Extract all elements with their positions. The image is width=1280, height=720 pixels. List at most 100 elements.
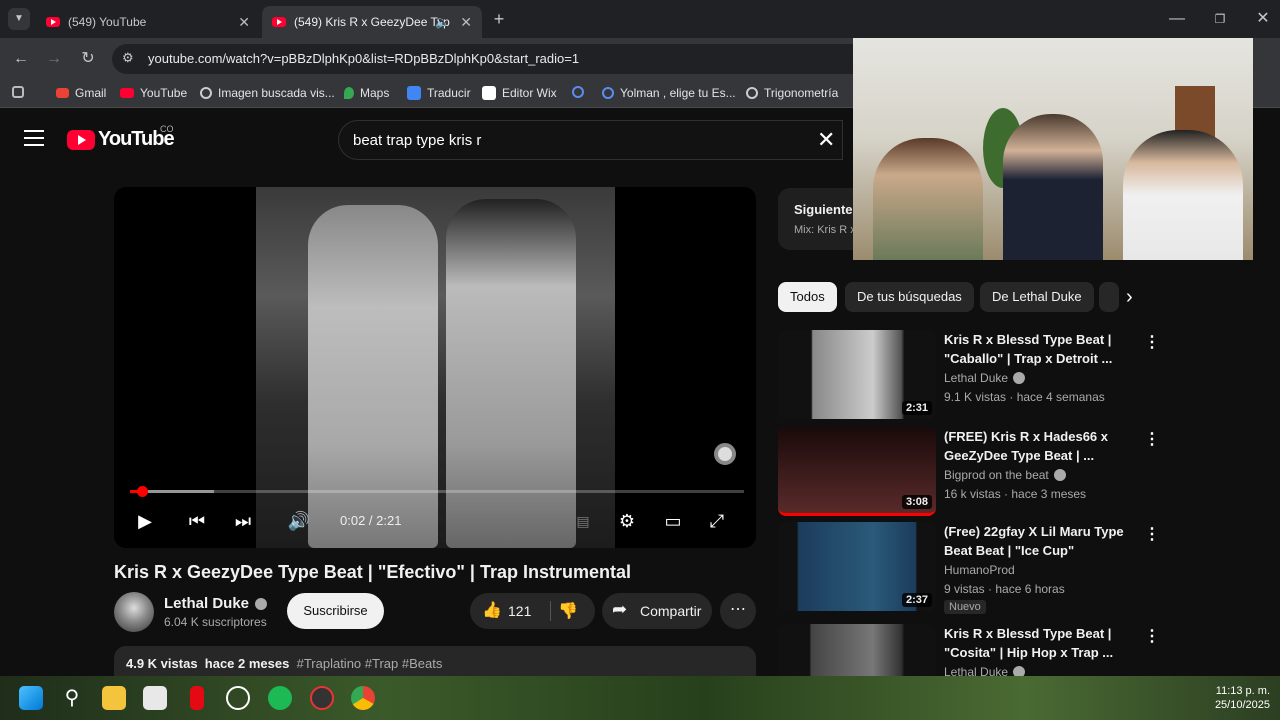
recommendation-item[interactable]: Kris R x Blessd Type Beat | "Cosita" | H…: [778, 624, 1158, 676]
fullscreen-icon[interactable]: ⤢: [704, 509, 730, 533]
more-actions-icon[interactable]: ⋯: [720, 593, 756, 629]
hashtags[interactable]: #Traplatino #Trap #Beats: [297, 656, 443, 671]
recommendation-title: (FREE) Kris R x Hades66 x GeeZyDee Type …: [944, 429, 1109, 463]
bookmark-maps[interactable]: Maps: [344, 86, 389, 100]
video-thumbnail[interactable]: 3:08: [778, 427, 936, 516]
recommendation-item[interactable]: 2:31 Kris R x Blessd Type Beat | "Caball…: [778, 330, 1160, 422]
more-options-icon[interactable]: ⋮: [1144, 524, 1160, 544]
video-title: Kris R x GeezyDee Type Beat | "Efectivo"…: [114, 562, 631, 582]
site-settings-icon[interactable]: ⚙: [122, 50, 134, 66]
volume-icon[interactable]: 🔊: [286, 509, 312, 533]
recommendation-channel: Lethal Duke: [944, 371, 1026, 385]
close-window-icon[interactable]: ✕: [1252, 8, 1274, 30]
new-tab-icon[interactable]: +: [488, 8, 510, 30]
time-display: 0:02 / 2:21: [340, 513, 402, 528]
play-icon[interactable]: ▶: [132, 509, 158, 533]
share-icon: ➦: [612, 599, 628, 619]
autoplay-indicator-icon[interactable]: [714, 443, 736, 465]
forward-icon[interactable]: →: [43, 48, 65, 70]
translate-icon: [407, 86, 421, 100]
bookmark-imagen[interactable]: Imagen buscada vis...: [200, 86, 335, 100]
youtube-logo[interactable]: YouTube: [67, 128, 175, 151]
restore-icon[interactable]: ❐: [1209, 8, 1231, 30]
gmail-icon: [56, 88, 69, 98]
up-next-mix: Mix: Kris R x: [794, 224, 856, 236]
more-options-icon[interactable]: ⋮: [1144, 429, 1160, 449]
verified-icon: [1053, 469, 1066, 481]
spotify-icon[interactable]: [268, 686, 292, 710]
settings-gear-icon[interactable]: ⚙: [614, 509, 640, 533]
bookmark-trigonometria[interactable]: Trigonometría: [746, 86, 838, 100]
share-label: Compartir: [640, 603, 702, 619]
search-icon[interactable]: ⚲: [60, 686, 84, 710]
like-icon[interactable]: 👍: [482, 600, 502, 620]
menu-icon[interactable]: [24, 130, 44, 146]
apps-icon[interactable]: [12, 86, 24, 98]
windows-start-icon[interactable]: [19, 686, 43, 710]
new-badge: Nuevo: [944, 600, 986, 614]
chip-todos[interactable]: Todos: [778, 282, 837, 312]
file-explorer-icon[interactable]: [102, 686, 126, 710]
chatgpt-icon[interactable]: [226, 686, 250, 710]
recommendation-channel: HumanoProd: [944, 563, 1015, 577]
browser-tab-youtube[interactable]: (549) YouTube ✕: [36, 6, 260, 38]
close-tab-icon[interactable]: ✕: [238, 14, 250, 31]
next-icon[interactable]: ⏭: [230, 509, 256, 533]
webcam-person-right: [1123, 130, 1243, 260]
address-bar[interactable]: ⚙ youtube.com/watch?v=pBBzDlphKp0&list=R…: [112, 44, 972, 74]
search-value: beat trap type kris r: [353, 132, 482, 149]
channel-name[interactable]: Lethal Duke: [164, 595, 268, 612]
minimize-icon[interactable]: —: [1166, 8, 1188, 30]
bookmark-youtube[interactable]: YouTube: [120, 86, 187, 100]
app-icon[interactable]: [310, 686, 334, 710]
bookmark-traducir[interactable]: Traducir: [407, 86, 471, 100]
netflix-icon[interactable]: [190, 686, 204, 710]
webcam-overlay: [853, 38, 1253, 260]
channel-avatar[interactable]: [114, 592, 154, 632]
bookmark-gmail[interactable]: Gmail: [56, 86, 106, 100]
reload-icon[interactable]: ↻: [77, 48, 99, 70]
recommendation-item[interactable]: 3:08 (FREE) Kris R x Hades66 x GeeZyDee …: [778, 427, 1160, 519]
tab-search-chevron-icon[interactable]: ▼: [8, 8, 30, 30]
dislike-icon[interactable]: 👎: [558, 601, 578, 621]
system-clock[interactable]: 11:13 p. m. 25/10/2025: [1190, 684, 1270, 712]
like-count[interactable]: 121: [508, 603, 531, 619]
chip-de-tus-busquedas[interactable]: De tus búsquedas: [845, 282, 974, 312]
video-player[interactable]: ▶ ⏮ ⏭ 🔊 0:02 / 2:21 ▤ ⚙ ▭ ⤢: [114, 187, 756, 548]
speaker-icon[interactable]: 🔈: [435, 15, 450, 29]
chevron-right-icon[interactable]: ›: [1126, 286, 1133, 309]
chrome-icon[interactable]: [351, 686, 375, 710]
video-thumbnail[interactable]: [778, 624, 936, 676]
bookmark-editor-wix[interactable]: Editor Wix: [482, 86, 557, 100]
bookmark-circle[interactable]: [572, 86, 584, 98]
recommendation-channel: Bigprod on the beat: [944, 468, 1066, 482]
description-text: 4.9 K vistas hace 2 meses #Traplatino #T…: [126, 656, 442, 671]
theater-mode-icon[interactable]: ▭: [660, 509, 686, 533]
close-tab-icon[interactable]: ✕: [460, 14, 472, 31]
more-options-icon[interactable]: ⋮: [1144, 626, 1158, 646]
store-icon[interactable]: [143, 686, 167, 710]
video-thumbnail[interactable]: 2:31: [778, 330, 936, 419]
region-code: CO: [160, 124, 174, 134]
subscriber-count: 6.04 K suscriptores: [164, 615, 267, 629]
scrubber-handle[interactable]: [137, 486, 148, 497]
youtube-favicon-icon: [46, 17, 60, 27]
video-thumbnail[interactable]: 2:37: [778, 522, 936, 611]
subtitles-icon[interactable]: ▤: [570, 509, 596, 533]
chip-de-lethal-duke[interactable]: De Lethal Duke: [980, 282, 1094, 312]
recommendation-title: Kris R x Blessd Type Beat | "Cosita" | H…: [944, 626, 1114, 660]
clear-search-icon[interactable]: ✕: [817, 127, 835, 153]
more-options-icon[interactable]: ⋮: [1144, 332, 1160, 352]
previous-icon[interactable]: ⏮: [184, 509, 210, 533]
circle-icon: [602, 87, 614, 99]
subscribe-button[interactable]: Suscribirse: [287, 593, 384, 629]
browser-tab-active[interactable]: (549) Kris R x GeezyDee Typ 🔈 ✕: [262, 6, 482, 38]
bookmark-yolman[interactable]: Yolman , elige tu Es...: [602, 86, 736, 100]
progress-bar[interactable]: [130, 490, 744, 493]
recommendation-item[interactable]: 2:37 (Free) 22gfay X Lil Maru Type Beat …: [778, 522, 1160, 614]
verified-icon: [1013, 372, 1026, 384]
back-icon[interactable]: ←: [10, 48, 32, 70]
globe-icon: [200, 87, 212, 99]
search-input[interactable]: beat trap type kris r ✕: [338, 120, 843, 160]
recommendation-title: (Free) 22gfay X Lil Maru Type Beat Beat …: [944, 524, 1124, 558]
